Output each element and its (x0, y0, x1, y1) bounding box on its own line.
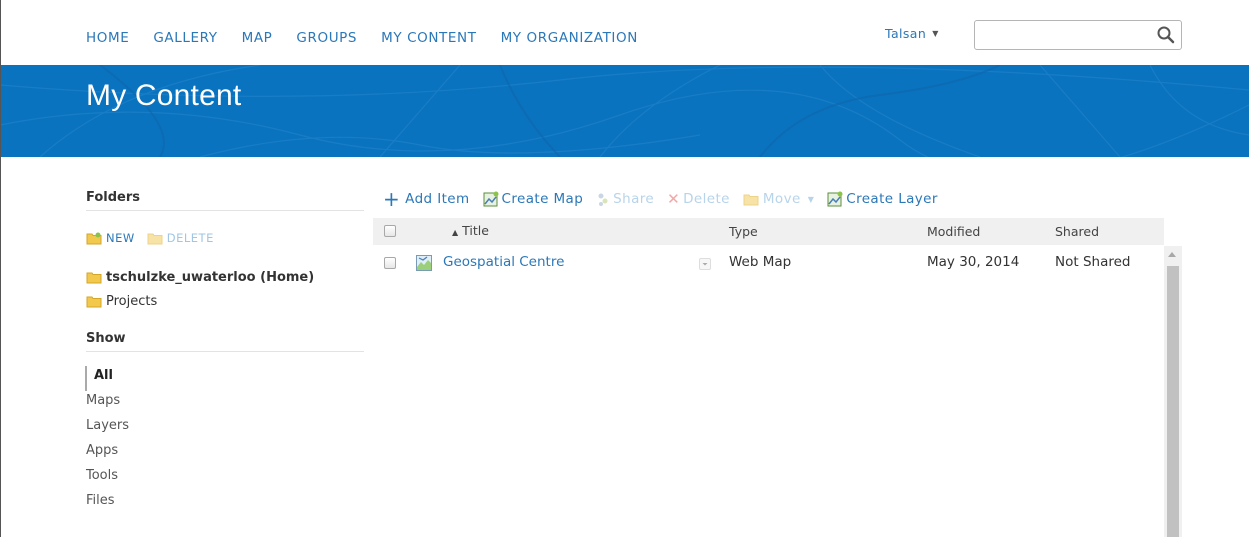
share-label: Share (613, 191, 655, 207)
chevron-down-icon: ▼ (807, 194, 815, 204)
create-layer-icon (827, 191, 843, 207)
folder-label: tschulzke_uwaterloo (Home) (106, 269, 315, 285)
sort-ascending-icon: ▲ (452, 228, 459, 237)
share-button[interactable]: Share (596, 191, 654, 207)
delete-folder-icon (147, 233, 163, 244)
folder-label: Projects (106, 293, 158, 309)
new-folder-button[interactable]: NEW (86, 231, 135, 245)
window-left-border (0, 0, 1, 537)
delete-button[interactable]: ✕ Delete (667, 190, 730, 208)
create-map-icon (483, 191, 499, 207)
column-title-label: Title (462, 223, 489, 238)
show-item-files[interactable]: Files (86, 491, 364, 516)
nav-my-organization[interactable]: MY ORGANIZATION (501, 30, 638, 46)
show-filter-list: All Maps Layers Apps Tools Files (85, 366, 364, 516)
scrollbar-thumb[interactable] (1167, 266, 1179, 537)
folder-item-home[interactable]: tschulzke_uwaterloo (Home) (86, 265, 364, 289)
new-folder-label: NEW (106, 231, 135, 245)
move-folder-icon (743, 194, 759, 205)
plus-icon: + (383, 187, 401, 211)
items-table-header: ▲ Title Type Modified Shared (373, 218, 1164, 245)
top-navigation: HOME GALLERY MAP GROUPS MY CONTENT MY OR… (0, 0, 1249, 65)
item-modified: May 30, 2014 (927, 254, 1020, 270)
column-header-modified[interactable]: Modified (927, 224, 980, 239)
folder-list: tschulzke_uwaterloo (Home) Projects (86, 265, 364, 313)
vertical-scrollbar[interactable] (1164, 246, 1182, 537)
page-title: My Content (86, 79, 242, 112)
nav-gallery[interactable]: GALLERY (153, 30, 217, 46)
new-folder-icon (86, 232, 102, 244)
table-row[interactable]: Geospatial Centre Web Map May 30, 2014 N… (373, 250, 1164, 276)
chevron-down-icon: ▼ (932, 29, 939, 38)
show-item-maps[interactable]: Maps (86, 391, 364, 416)
select-all-checkbox[interactable] (384, 225, 396, 237)
folder-item-projects[interactable]: Projects (86, 289, 364, 313)
show-item-apps[interactable]: Apps (86, 441, 364, 466)
move-label: Move (762, 191, 801, 207)
row-checkbox[interactable] (384, 257, 396, 269)
show-item-all[interactable]: All (85, 366, 364, 391)
folders-heading: Folders (86, 190, 364, 211)
show-item-tools[interactable]: Tools (86, 466, 364, 491)
folder-actions: NEW DELETE (86, 231, 364, 245)
page-banner: My Content (0, 65, 1249, 157)
nav-home[interactable]: HOME (86, 30, 129, 46)
create-layer-label: Create Layer (846, 191, 938, 207)
nav-map[interactable]: MAP (242, 30, 273, 46)
move-button[interactable]: Move ▼ (743, 191, 814, 207)
sidebar: Folders NEW DELETE tschulzke_uwaterloo (… (85, 190, 364, 516)
show-item-layers[interactable]: Layers (86, 416, 364, 441)
column-header-title[interactable]: ▲ Title (452, 223, 489, 238)
item-shared-status: Not Shared (1055, 254, 1131, 270)
delete-folder-button[interactable]: DELETE (147, 231, 214, 245)
close-icon: ✕ (667, 190, 681, 208)
scroll-up-arrow-icon[interactable] (1168, 252, 1176, 257)
user-name: Talsan (885, 26, 927, 41)
share-icon (598, 193, 608, 206)
content-toolbar: + Add Item Create Map Share ✕ Delete Mov… (383, 187, 951, 211)
item-title-link[interactable]: Geospatial Centre (443, 254, 564, 270)
folder-icon (86, 272, 102, 283)
folder-icon (86, 296, 102, 307)
add-item-button[interactable]: + Add Item (383, 187, 470, 211)
chevron-down-icon (702, 263, 708, 266)
column-header-type[interactable]: Type (729, 224, 758, 239)
nav-groups[interactable]: GROUPS (296, 30, 357, 46)
user-menu[interactable]: Talsan ▼ (885, 26, 939, 41)
show-heading: Show (86, 331, 364, 352)
create-layer-button[interactable]: Create Layer (827, 191, 938, 207)
item-options-dropdown[interactable] (699, 258, 711, 270)
column-header-shared[interactable]: Shared (1055, 224, 1099, 239)
web-map-icon (416, 255, 432, 271)
nav-my-content[interactable]: MY CONTENT (381, 30, 476, 46)
item-type: Web Map (729, 254, 792, 270)
add-item-label: Add Item (405, 191, 470, 207)
search-icon[interactable] (1156, 25, 1176, 45)
delete-folder-label: DELETE (166, 231, 214, 245)
delete-label: Delete (683, 191, 730, 207)
create-map-label: Create Map (501, 191, 584, 207)
create-map-button[interactable]: Create Map (483, 191, 584, 207)
search-box (974, 20, 1182, 50)
nav-links: HOME GALLERY MAP GROUPS MY CONTENT MY OR… (86, 30, 662, 46)
search-input[interactable] (975, 21, 1145, 49)
